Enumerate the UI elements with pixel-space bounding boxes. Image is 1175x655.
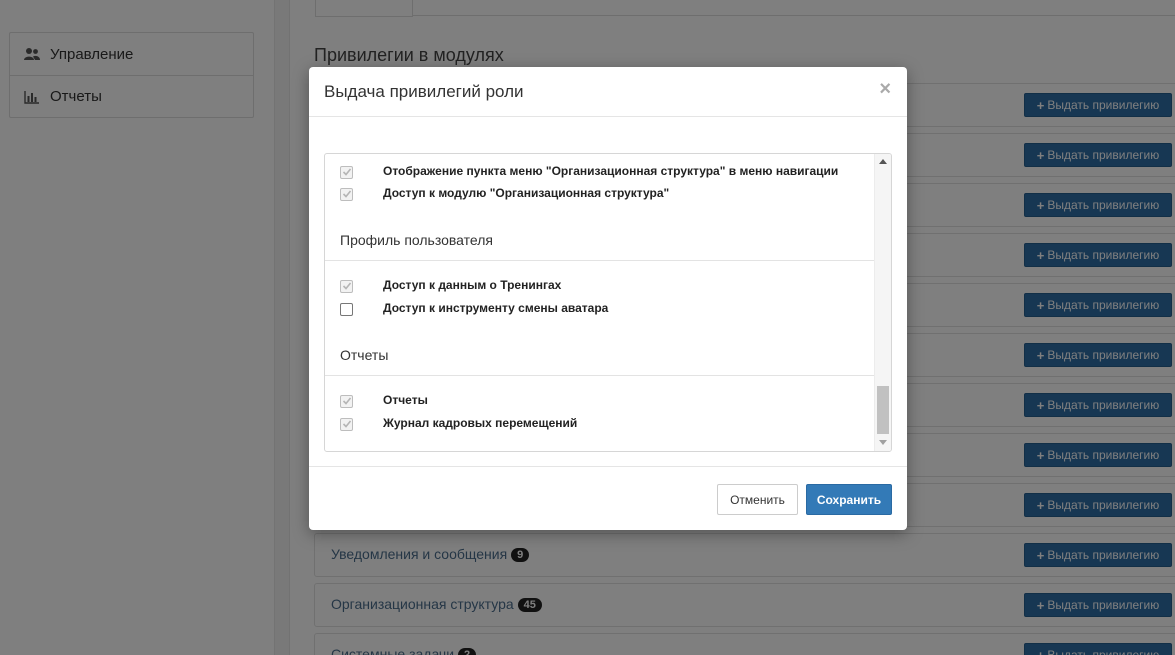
permission-label: Доступ к данным о Тренингах (383, 278, 562, 292)
permission-row[interactable]: Доступ к инструменту смены аватара (340, 300, 608, 318)
check-icon (342, 420, 351, 428)
checkbox-checked[interactable] (340, 394, 353, 408)
save-button[interactable]: Сохранить (806, 484, 892, 515)
cancel-button[interactable]: Отменить (717, 484, 798, 515)
group-divider (325, 260, 875, 261)
scrollbar-thumb[interactable] (877, 386, 889, 434)
checkbox-checked[interactable] (340, 417, 353, 431)
grant-privileges-modal: Выдача привилегий роли × Отображение пун… (309, 67, 907, 530)
check-icon (342, 282, 351, 290)
group-title: Профиль пользователя (340, 232, 493, 248)
permission-label: Отображение пункта меню "Организационная… (383, 164, 839, 178)
permission-row[interactable]: Доступ к модулю "Организационная структу… (340, 185, 669, 203)
permission-label: Журнал кадровых перемещений (383, 416, 578, 430)
permissions-list: Отображение пункта меню "Организационная… (325, 154, 875, 451)
modal-header: Выдача привилегий роли × (309, 67, 907, 117)
permission-label: Доступ к модулю "Организационная структу… (383, 186, 670, 200)
scrollbar[interactable] (874, 154, 891, 451)
group-divider (325, 375, 875, 376)
modal-footer: Отменить Сохранить (309, 466, 907, 530)
permission-label: Доступ к инструменту смены аватара (383, 301, 609, 315)
checkbox-checked[interactable] (340, 279, 353, 293)
permissions-scroll-box[interactable]: Отображение пункта меню "Организационная… (324, 153, 892, 452)
close-icon[interactable]: × (879, 79, 891, 99)
checkbox-checked[interactable] (340, 187, 353, 201)
checkbox-checked[interactable] (340, 165, 353, 179)
permission-label: Отчеты (383, 393, 428, 407)
scroll-down-arrow-icon[interactable] (879, 440, 887, 445)
check-icon (342, 168, 351, 176)
check-icon (342, 397, 351, 405)
modal-title: Выдача привилегий роли (324, 82, 524, 101)
permission-row[interactable]: Доступ к данным о Тренингах (340, 277, 561, 295)
permission-row[interactable]: Отображение пункта меню "Организационная… (340, 163, 838, 181)
permission-row[interactable]: Журнал кадровых перемещений (340, 415, 577, 433)
permission-row[interactable]: Отчеты (340, 392, 428, 410)
check-icon (342, 190, 351, 198)
checkbox-unchecked[interactable] (340, 302, 353, 316)
group-title: Отчеты (340, 347, 389, 363)
scroll-up-arrow-icon[interactable] (879, 159, 887, 164)
